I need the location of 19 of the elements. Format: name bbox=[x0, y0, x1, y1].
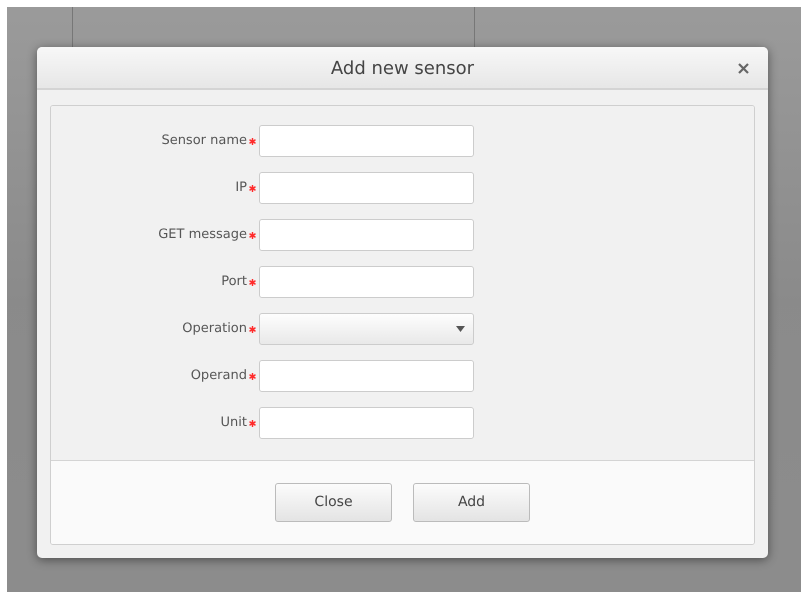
text-field[interactable] bbox=[259, 125, 474, 157]
close-icon[interactable] bbox=[738, 63, 749, 74]
field-label: IP bbox=[235, 179, 247, 198]
field-label: Operand bbox=[190, 367, 247, 386]
text-field[interactable] bbox=[259, 266, 474, 298]
dialog-title: Add new sensor bbox=[330, 57, 474, 81]
text-field[interactable] bbox=[259, 219, 474, 251]
caret-icon bbox=[456, 326, 465, 332]
text-field[interactable] bbox=[259, 407, 474, 439]
text-field[interactable] bbox=[259, 360, 474, 392]
dialog-button[interactable]: Close bbox=[275, 483, 392, 522]
operation-dropdown[interactable] bbox=[259, 313, 474, 345]
field-label: Port bbox=[221, 273, 247, 292]
field-label: GET message bbox=[158, 226, 247, 244]
field-label: Operation bbox=[182, 320, 247, 338]
dialog-button[interactable]: Add bbox=[413, 483, 530, 522]
text-field[interactable] bbox=[259, 172, 474, 204]
field-label: Unit bbox=[220, 414, 247, 432]
field-label: Sensor name bbox=[161, 132, 247, 150]
